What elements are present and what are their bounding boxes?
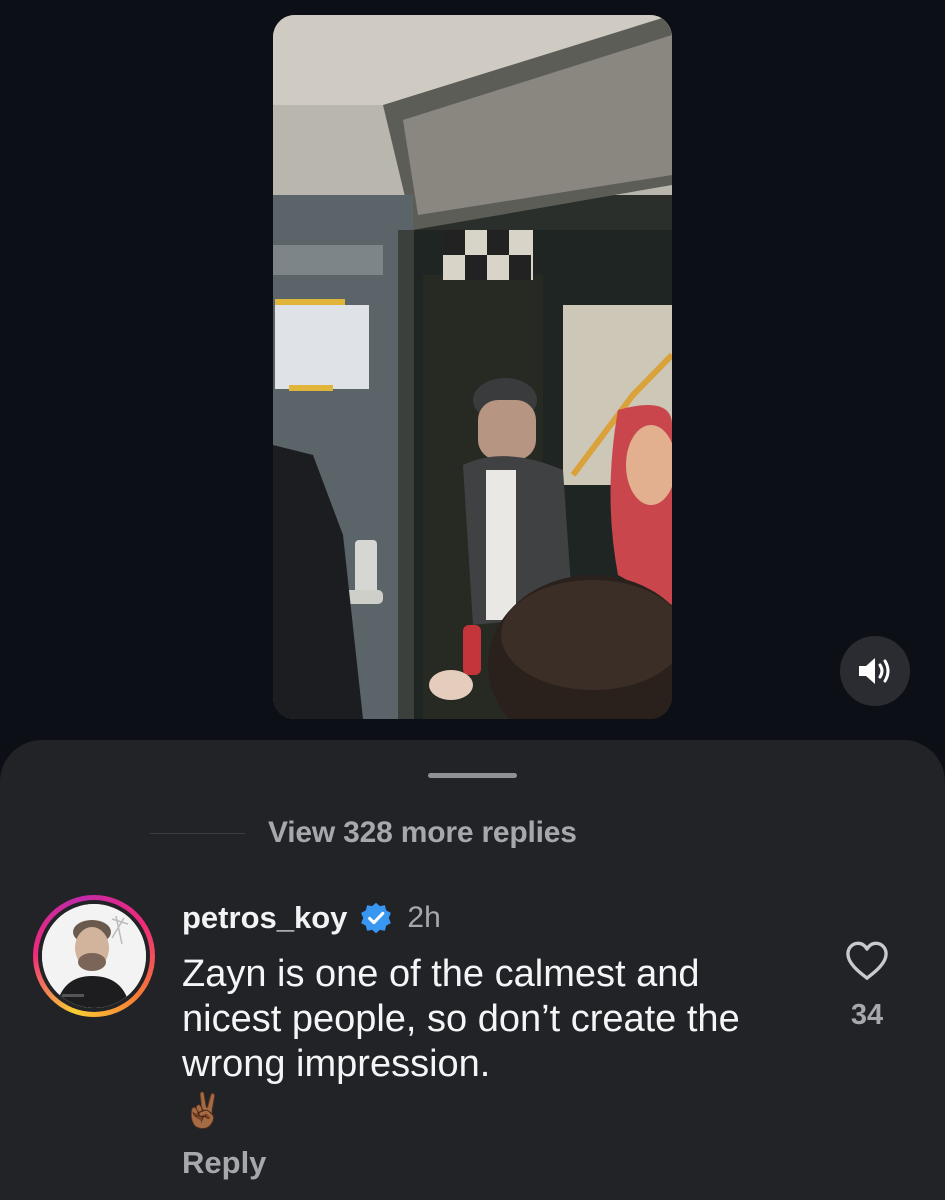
like-count: 34 xyxy=(850,999,884,1031)
view-more-replies-button[interactable]: View 328 more replies xyxy=(268,816,577,850)
sheet-drag-handle[interactable] xyxy=(428,773,517,778)
reply-button[interactable]: Reply xyxy=(182,1145,782,1181)
replies-divider xyxy=(150,833,245,834)
comment-username[interactable]: petros_koy xyxy=(182,900,347,936)
verified-badge-icon xyxy=(361,902,392,934)
avatar-story-ring[interactable] xyxy=(33,895,155,1017)
like-control: 34 xyxy=(838,940,896,1032)
comment-timestamp: 2h xyxy=(407,901,441,934)
screen: View 328 more replies petros_koy 2h Zayn… xyxy=(0,0,945,1200)
comment-header: petros_koy 2h xyxy=(182,898,782,938)
mute-toggle-button[interactable] xyxy=(840,636,910,706)
comment: petros_koy 2h Zayn is one of the calmest… xyxy=(182,898,782,1181)
comment-text: Zayn is one of the calmest and nicest pe… xyxy=(182,953,740,1085)
video-player[interactable] xyxy=(273,15,672,719)
avatar-image xyxy=(42,904,146,1008)
comments-sheet: View 328 more replies petros_koy 2h Zayn… xyxy=(0,740,945,1200)
speaker-icon xyxy=(859,658,890,684)
heart-icon[interactable] xyxy=(844,940,890,982)
comment-emoji: ✌🏾 xyxy=(182,1092,225,1130)
avatar xyxy=(42,904,146,1008)
video-frame-image xyxy=(273,15,672,719)
